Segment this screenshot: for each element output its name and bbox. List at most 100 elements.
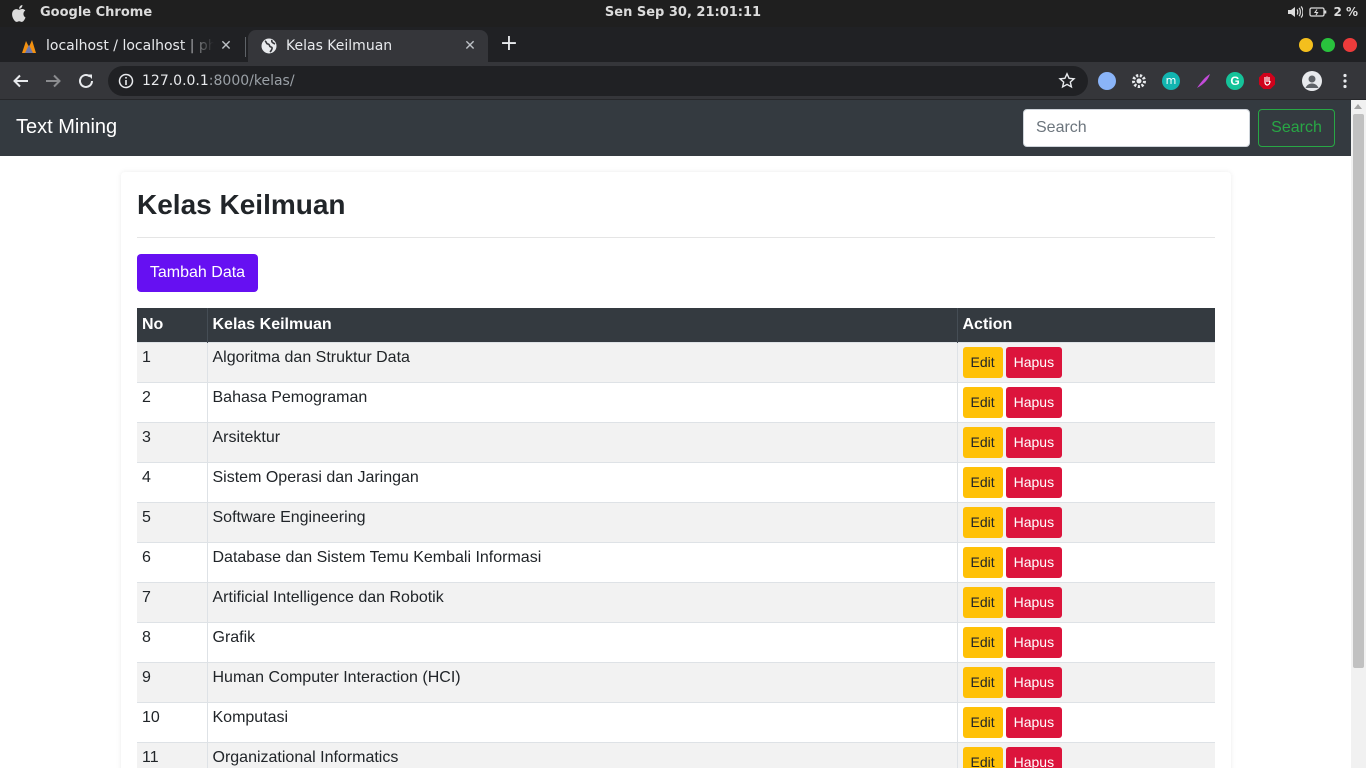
delete-button[interactable]: Hapus: [1005, 506, 1063, 538]
row-number: 4: [137, 461, 208, 502]
navbar-brand[interactable]: Text Mining: [16, 116, 117, 139]
os-top-bar: Google Chrome Sen Sep 30, 21:01:11 2 %: [0, 0, 1366, 27]
row-actions: Edit Hapus: [957, 421, 1215, 462]
feather-icon[interactable]: [1194, 72, 1212, 90]
url-text[interactable]: 127.0.0.1:8000/kelas/: [142, 73, 295, 89]
edit-button[interactable]: Edit: [962, 666, 1003, 698]
add-data-button[interactable]: Tambah Data: [137, 254, 258, 292]
search-input[interactable]: [1023, 109, 1250, 147]
close-icon[interactable]: ✕: [458, 38, 482, 54]
back-button[interactable]: [9, 69, 33, 93]
tab-phpmyadmin[interactable]: localhost / localhost | phpMyAdmin ✕: [8, 30, 244, 62]
delete-button[interactable]: Hapus: [1005, 386, 1063, 418]
row-number: 3: [137, 421, 208, 462]
row-actions: Edit Hapus: [957, 501, 1215, 542]
delete-button[interactable]: Hapus: [1005, 466, 1063, 498]
reload-icon: [79, 73, 93, 88]
address-bar[interactable]: 127.0.0.1:8000/kelas/: [108, 66, 1088, 96]
window-maximize-button[interactable]: [1321, 38, 1335, 52]
delete-button[interactable]: Hapus: [1005, 746, 1063, 768]
delete-button[interactable]: Hapus: [1005, 586, 1063, 618]
edit-button[interactable]: Edit: [962, 466, 1003, 498]
url-host: 127.0.0.1: [142, 73, 209, 89]
edit-button[interactable]: Edit: [962, 546, 1003, 578]
system-tray[interactable]: 2 %: [1287, 5, 1358, 19]
edit-button[interactable]: Edit: [962, 626, 1003, 658]
delete-button[interactable]: Hapus: [1005, 426, 1063, 458]
delete-button[interactable]: Hapus: [1005, 346, 1063, 378]
row-number: 11: [137, 741, 208, 768]
browser-toolbar: 127.0.0.1:8000/kelas/ m G: [0, 62, 1366, 100]
row-number: 9: [137, 661, 208, 702]
row-kelas-name: Arsitektur: [207, 421, 958, 462]
column-header-action: Action: [962, 315, 1013, 333]
edit-button[interactable]: Edit: [962, 586, 1003, 618]
table-row: 2 Bahasa Pemograman Edit Hapus: [137, 381, 1215, 422]
extension-blue-icon[interactable]: [1098, 72, 1116, 90]
table-row: 6 Database dan Sistem Temu Kembali Inform…: [137, 541, 1215, 582]
edit-button[interactable]: Edit: [962, 746, 1003, 768]
site-navbar: Text Mining Search: [0, 100, 1351, 156]
profile-avatar[interactable]: [1302, 71, 1322, 91]
arrow-left-icon: [13, 74, 28, 88]
volume-icon[interactable]: [1287, 5, 1304, 19]
tab-title: Kelas Keilmuan: [286, 38, 393, 54]
system-clock[interactable]: Sen Sep 30, 21:01:11: [0, 5, 1366, 20]
stop-hand-icon[interactable]: [1258, 72, 1276, 90]
row-kelas-name: Algoritma dan Struktur Data: [207, 341, 958, 382]
table-row: 9 Human Computer Interaction (HCI) Edit Hap…: [137, 661, 1215, 702]
edit-button[interactable]: Edit: [962, 346, 1003, 378]
phpmyadmin-icon: [22, 40, 36, 53]
content-card: Kelas Keilmuan Tambah Data No Kelas Keil…: [121, 172, 1231, 768]
delete-button[interactable]: Hapus: [1005, 666, 1063, 698]
browser-tab-strip: localhost / localhost | phpMyAdmin ✕ Kel…: [0, 27, 1366, 62]
forward-button[interactable]: [41, 69, 65, 93]
scroll-up-arrow-icon[interactable]: [1354, 104, 1362, 109]
table-row: 7 Artificial Intelligence dan Robotik Edit…: [137, 581, 1215, 622]
table-row: 4 Sistem Operasi dan Jaringan Edit Hapus: [137, 461, 1215, 502]
row-kelas-name: Sistem Operasi dan Jaringan: [207, 461, 958, 502]
scrollbar-thumb[interactable]: [1353, 114, 1364, 668]
row-number: 2: [137, 381, 208, 422]
divider: [137, 237, 1215, 238]
more-menu-icon[interactable]: [1336, 72, 1354, 90]
edit-button[interactable]: Edit: [962, 386, 1003, 418]
delete-button[interactable]: Hapus: [1005, 626, 1063, 658]
window-minimize-button[interactable]: [1299, 38, 1313, 52]
row-actions: Edit Hapus: [957, 701, 1215, 742]
row-kelas-name: Database dan Sistem Temu Kembali Informa…: [207, 541, 958, 582]
gear-icon[interactable]: [1130, 72, 1148, 90]
grammarly-icon[interactable]: G: [1226, 72, 1244, 90]
search-button[interactable]: Search: [1258, 109, 1335, 147]
table-header-row: No Kelas Keilmuan Action: [137, 308, 1215, 342]
tab-divider: [245, 37, 246, 57]
info-icon[interactable]: [118, 73, 134, 89]
row-number: 7: [137, 581, 208, 622]
window-close-button[interactable]: [1343, 38, 1357, 52]
table-row: 5 Software Engineering Edit Hapus: [137, 501, 1215, 542]
web-page: Text Mining Search Kelas Keilmuan Tambah…: [0, 100, 1351, 768]
edit-button[interactable]: Edit: [962, 426, 1003, 458]
delete-button[interactable]: Hapus: [1005, 706, 1063, 738]
column-header-kelas: Kelas Keilmuan: [207, 308, 958, 342]
row-actions: Edit Hapus: [957, 661, 1215, 702]
tab-kelas-keilmuan[interactable]: Kelas Keilmuan ✕: [248, 30, 488, 62]
extension-m-icon[interactable]: m: [1162, 72, 1180, 90]
delete-button[interactable]: Hapus: [1005, 546, 1063, 578]
reload-button[interactable]: [74, 69, 98, 93]
row-kelas-name: Artificial Intelligence dan Robotik: [207, 581, 958, 622]
user-icon: [1305, 75, 1319, 88]
close-icon[interactable]: ✕: [214, 38, 238, 54]
table-body: 1 Algoritma dan Struktur Data Edit Hapus 2 Ba…: [137, 341, 1215, 768]
new-tab-button[interactable]: +: [498, 33, 520, 55]
globe-icon: [261, 38, 277, 54]
row-kelas-name: Software Engineering: [207, 501, 958, 542]
edit-button[interactable]: Edit: [962, 506, 1003, 538]
arrow-right-icon: [46, 74, 61, 88]
bookmark-star-icon[interactable]: [1058, 72, 1076, 90]
edit-button[interactable]: Edit: [962, 706, 1003, 738]
page-scrollbar[interactable]: [1351, 100, 1366, 768]
battery-icon[interactable]: [1309, 6, 1327, 18]
table-row: 11 Organizational Informatics Edit Hapus: [137, 741, 1215, 768]
row-kelas-name: Organizational Informatics: [207, 741, 958, 768]
